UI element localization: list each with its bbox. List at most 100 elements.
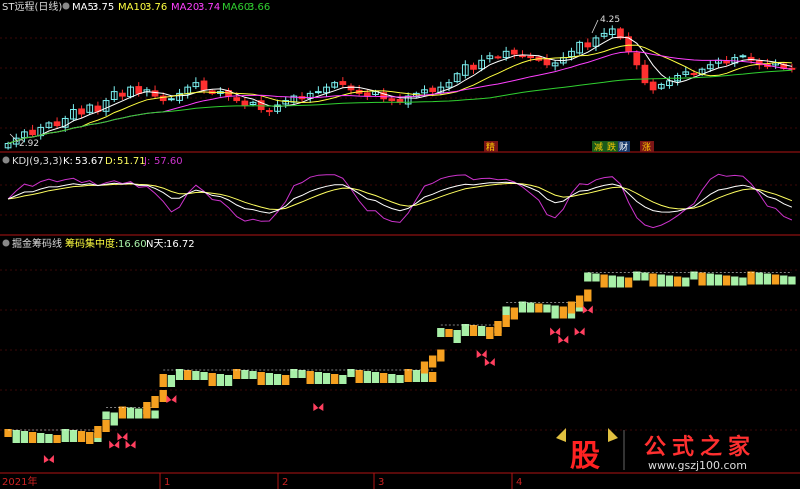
chip-block (28, 432, 37, 443)
chip-block (20, 431, 29, 443)
event-tag-1: 减 (594, 141, 603, 153)
chip-block (788, 276, 796, 285)
chip-block (322, 373, 331, 384)
chip-block (526, 302, 535, 313)
chip-block (265, 373, 274, 385)
chip-block (298, 370, 306, 378)
candle-body (543, 58, 551, 66)
chip-n-label: N天: (146, 239, 167, 250)
chip-block (584, 272, 592, 282)
candle-body (649, 81, 657, 91)
kdj-k-label: K: (63, 156, 73, 167)
chip-transition-block (159, 390, 167, 402)
chip-block (763, 273, 772, 285)
chip-block (159, 374, 167, 387)
chip-block (396, 375, 404, 383)
chip-block (771, 274, 780, 285)
top-panel-title: ST远程(日线) (2, 0, 62, 13)
chip-block (273, 374, 282, 385)
chip-transition-block (86, 432, 94, 444)
chip-block (363, 371, 372, 383)
chip-block (551, 305, 559, 319)
chip-block (126, 407, 135, 419)
chip-block (559, 306, 567, 319)
kdj-toggle-icon[interactable] (2, 156, 10, 164)
kdj-panel-header: KDJ(9,3,3) K: 53.67 D: 51.71 J: 57.60 (2, 156, 183, 167)
chip-block (77, 431, 86, 442)
candle-body (633, 52, 641, 66)
chip-conc-value: 16.60 (118, 239, 147, 250)
chip-block (722, 275, 731, 286)
chip-block (257, 372, 265, 385)
chip-block (673, 276, 682, 287)
candle-body (584, 42, 592, 48)
chip-block (714, 274, 723, 286)
chip-panel-header: 掘金筹码线 筹码集中度: 16.60 N天: 16.72 (2, 237, 195, 250)
event-tag-0: 精 (486, 141, 495, 153)
chip-block (371, 372, 380, 383)
watermark-url: www.gszj100.com (648, 459, 747, 472)
chip-block (608, 275, 616, 288)
chip-transition-block (428, 355, 437, 368)
candle-body (388, 98, 396, 102)
chip-transition-block (143, 402, 151, 414)
chip-block (755, 272, 763, 285)
chip-block (102, 411, 110, 420)
chip-block (624, 277, 633, 288)
chip-block (477, 326, 486, 336)
chip-block (175, 369, 184, 380)
chip-block (731, 276, 739, 286)
candle-body (690, 73, 698, 76)
chip-transition-block (567, 301, 576, 314)
candle-body (151, 90, 159, 97)
high-marker-label: 4.25 (600, 15, 620, 25)
candle-body (266, 110, 273, 113)
candle-body (314, 91, 322, 94)
ma60-value: 3.66 (248, 2, 270, 13)
chip-toggle-icon[interactable] (2, 239, 10, 247)
chip-block (535, 303, 543, 313)
chip-block (682, 277, 690, 287)
chip-block (110, 412, 118, 426)
kdj-d-label: D: (105, 156, 116, 167)
stock-chart: 4.25 2.92 精 减 跌 财 涨 ST远程(日线) MA5: 3.75 M… (0, 0, 800, 489)
chip-block (12, 430, 20, 443)
chip-block (510, 307, 518, 320)
chip-conc-label: 筹码集中度: (65, 237, 118, 250)
chip-block (518, 301, 527, 313)
settings-toggle-icon[interactable] (62, 2, 70, 10)
top-panel-header: ST远程(日线) MA5: 3.75 MA10: 3.76 MA20: 3.74… (2, 0, 270, 13)
event-tag-3: 财 (619, 141, 628, 153)
candle-body (519, 55, 526, 58)
watermark-text: 公式之家 (644, 434, 756, 460)
candle-body (29, 129, 36, 136)
chip-block (69, 430, 78, 442)
chip-block (739, 277, 747, 286)
event-tag-2: 跌 (607, 142, 616, 153)
x-tick-3: 3 (378, 477, 384, 488)
chip-block (355, 370, 363, 383)
candle-body (339, 81, 347, 85)
kdj-j-label: J: (143, 156, 150, 167)
chip-block (184, 370, 192, 380)
chip-transition-block (437, 349, 445, 362)
chip-block (216, 374, 225, 386)
chip-n-value: 16.72 (166, 239, 195, 250)
candle-body (135, 86, 143, 94)
chip-block (135, 408, 143, 419)
chip-block (331, 374, 339, 384)
candle-body (168, 98, 175, 101)
chip-block (200, 372, 208, 380)
chip-block (37, 433, 45, 443)
chip-block (616, 276, 625, 288)
chip-block (192, 371, 200, 380)
chip-transition-block (584, 289, 592, 302)
chip-block (151, 410, 159, 419)
chip-block (53, 435, 61, 443)
candle-body (494, 56, 502, 59)
chip-block (45, 434, 53, 443)
chip-block (461, 324, 469, 336)
chip-block (780, 275, 788, 285)
x-tick-2: 2 (282, 477, 288, 488)
chip-block (167, 375, 176, 387)
